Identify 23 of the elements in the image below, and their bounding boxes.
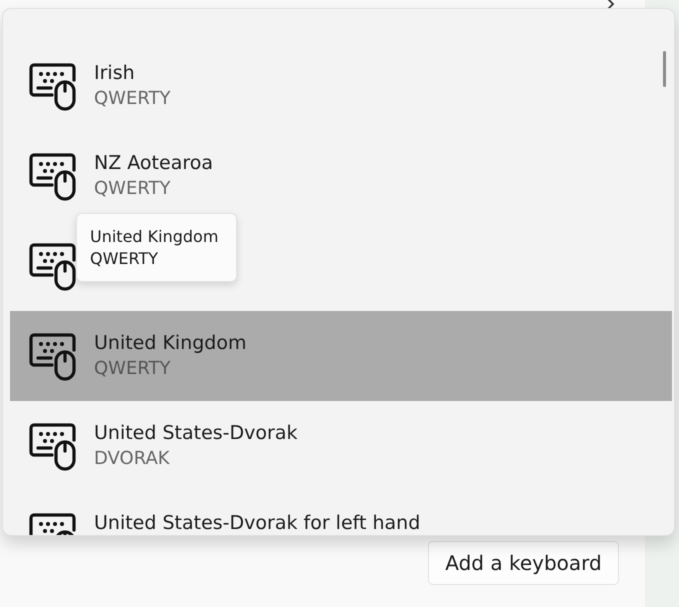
keyboard-name: United States-Dvorak xyxy=(94,421,298,446)
keyboard-mouse-icon xyxy=(28,421,78,471)
keyboard-mouse-icon xyxy=(28,331,78,381)
keyboard-option[interactable]: Irish QWERTY xyxy=(10,41,672,131)
tooltip-title: United Kingdom xyxy=(90,226,220,248)
layout-name: DVORAK xyxy=(94,447,171,471)
keyboard-name: United Kingdom xyxy=(94,331,247,356)
add-keyboard-button[interactable]: Add a keyboard xyxy=(428,541,619,585)
keyboard-option[interactable]: United Kingdom QWERTY xyxy=(10,311,672,401)
keyboard-option[interactable]: United States-Dvorak DVORAK xyxy=(10,401,672,491)
keyboard-option[interactable]: United States-Dvorak for left hand xyxy=(10,491,672,535)
layout-name: QWERTY xyxy=(94,357,172,381)
keyboard-name: United States-Dvorak for left hand xyxy=(94,511,420,535)
keyboard-mouse-icon xyxy=(28,151,78,201)
layout-name: QWERTY xyxy=(94,87,171,111)
scrollbar-thumb[interactable] xyxy=(663,51,666,87)
keyboard-mouse-icon xyxy=(28,241,78,291)
keyboard-name: Irish xyxy=(94,61,136,86)
keyboard-name: NZ Aotearoa xyxy=(94,151,214,176)
layout-name: QWERTY xyxy=(94,177,172,201)
keyboard-option[interactable]: NZ Aotearoa QWERTY xyxy=(10,131,672,221)
tooltip-subtitle: QWERTY xyxy=(90,248,160,270)
keyboard-mouse-icon xyxy=(28,61,78,111)
